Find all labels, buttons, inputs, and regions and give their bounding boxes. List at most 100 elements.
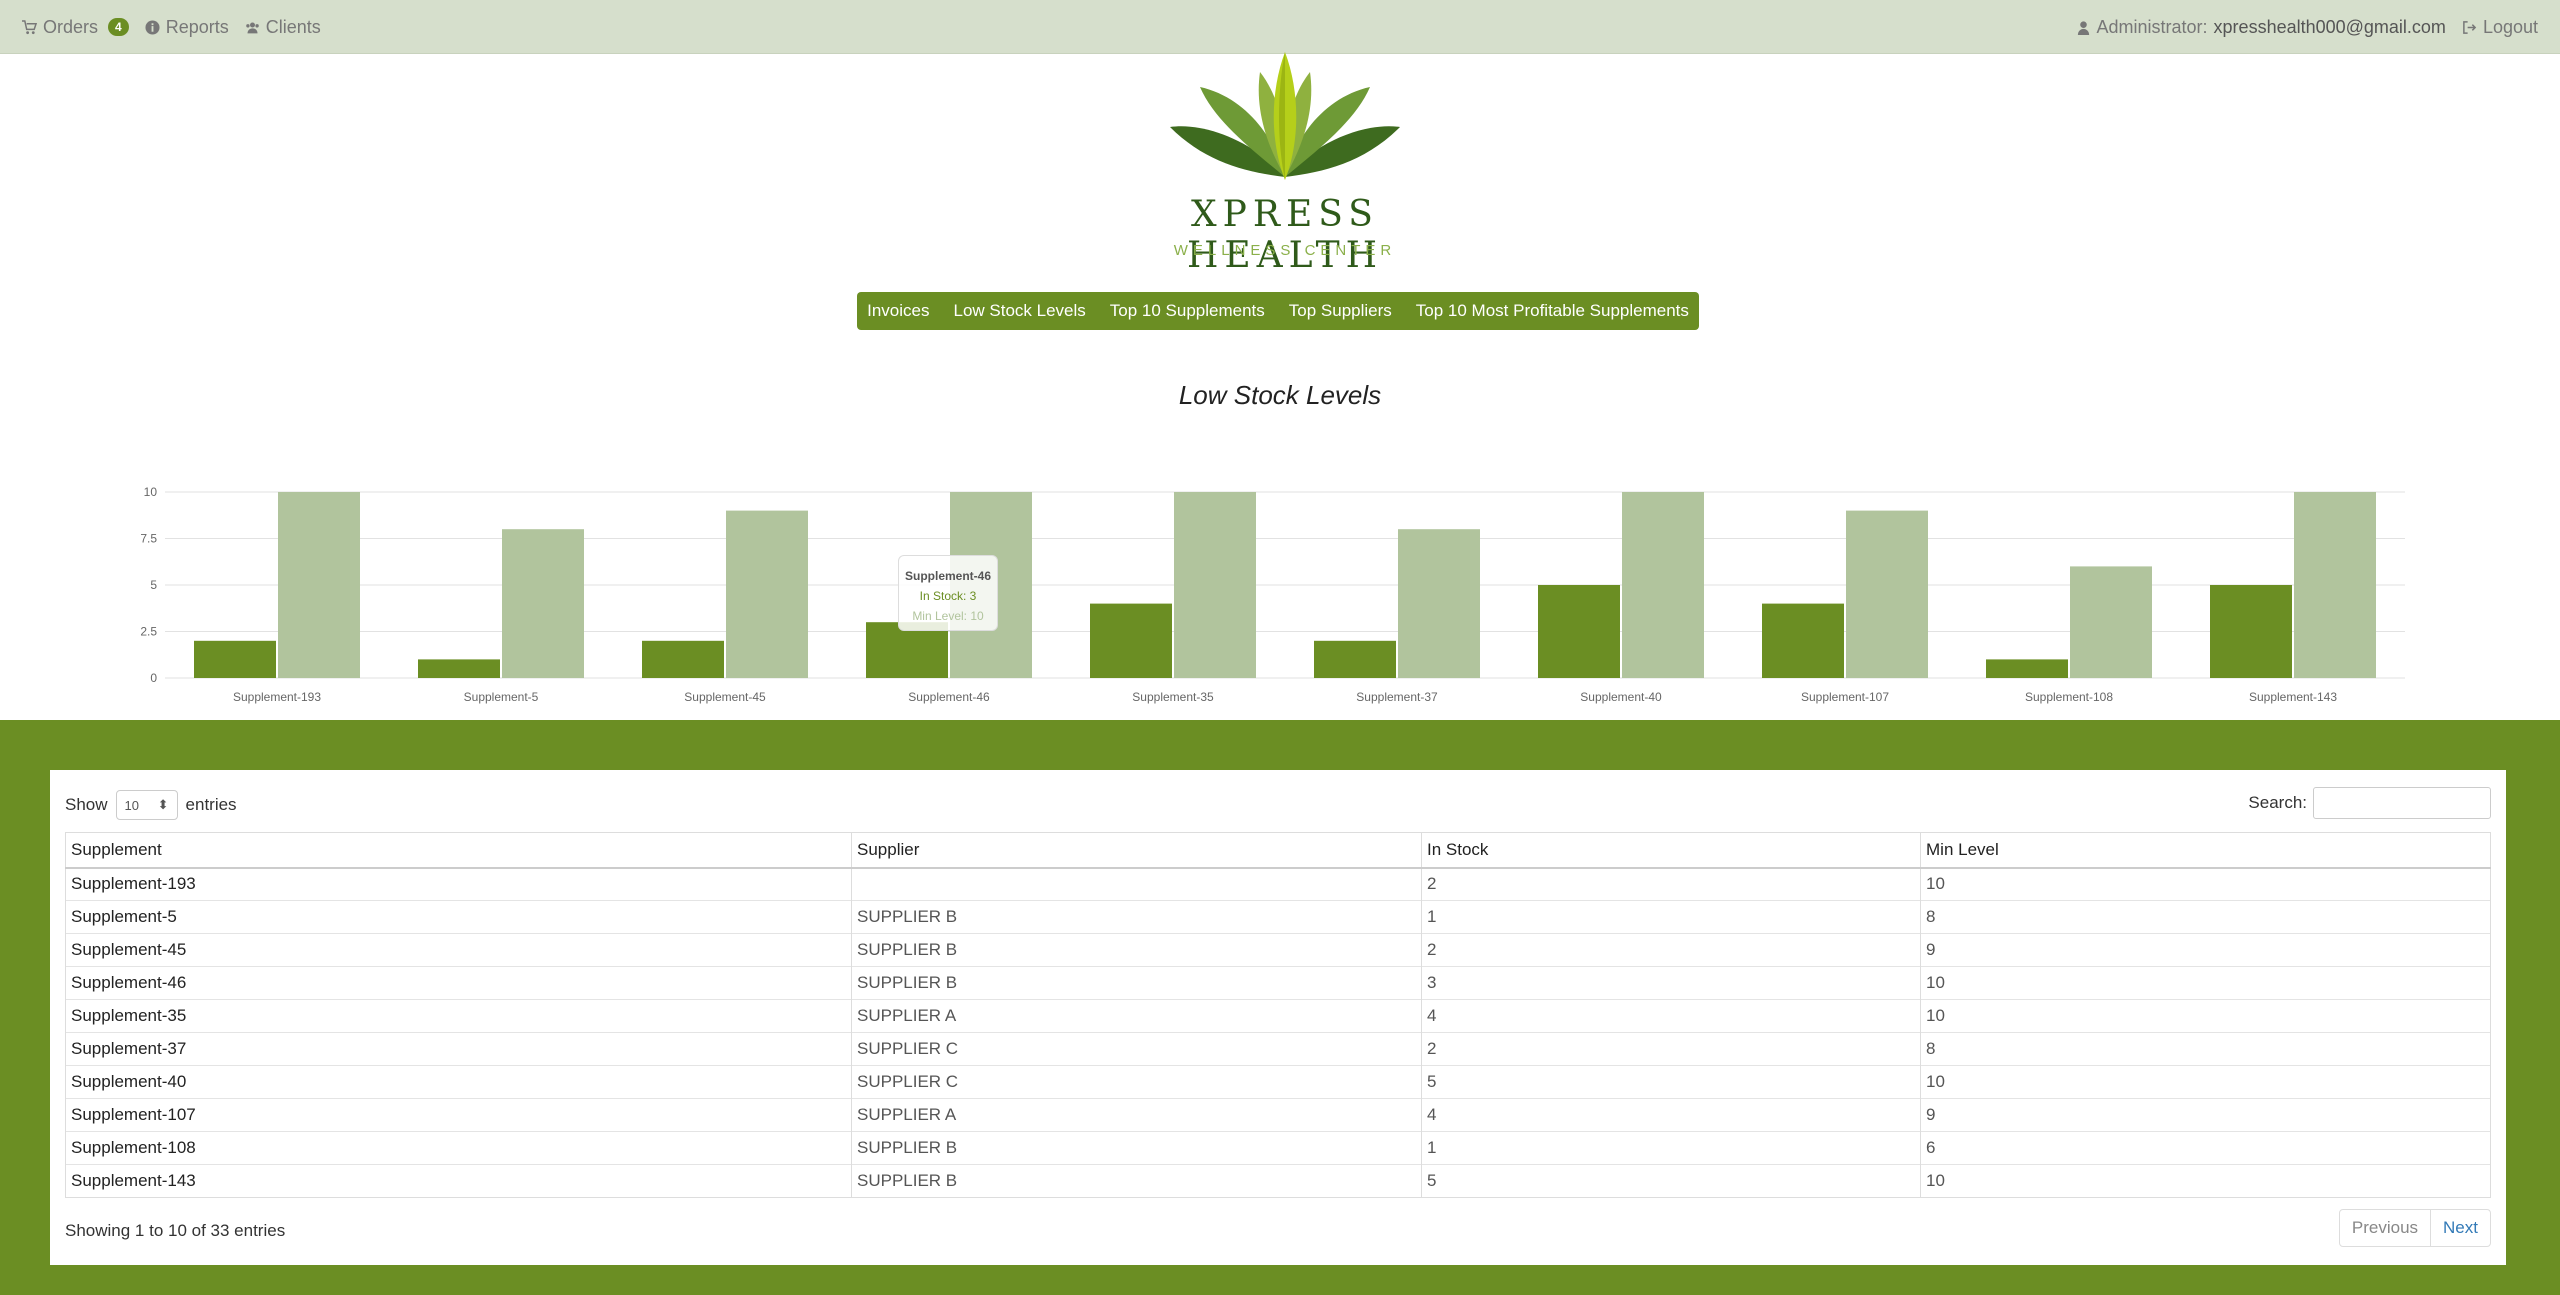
cell-min-level: 10 xyxy=(1920,1164,2491,1198)
table-info: Showing 1 to 10 of 33 entries xyxy=(65,1221,286,1240)
cell-supplement: Supplement-40 xyxy=(65,1065,852,1099)
low-stock-table: Supplement Supplier In Stock Min Level S… xyxy=(65,832,2491,1198)
cell-supplier: SUPPLIER A xyxy=(851,999,1422,1033)
next-button[interactable]: Next xyxy=(2431,1210,2490,1246)
admin-email: xpresshealth000@gmail.com xyxy=(2213,16,2446,37)
cell-min-level: 8 xyxy=(1920,900,2491,934)
menu-top-profitable-supplements[interactable]: Top 10 Most Profitable Supplements xyxy=(1404,301,1701,321)
orders-count-badge: 4 xyxy=(108,18,129,36)
previous-button[interactable]: Previous xyxy=(2340,1210,2432,1246)
cell-supplement: Supplement-45 xyxy=(65,933,852,967)
cell-supplier: SUPPLIER C xyxy=(851,1032,1422,1066)
nav-clients[interactable]: Clients xyxy=(245,17,321,38)
table-row: Supplement-108 SUPPLIER B16 xyxy=(65,1131,2491,1165)
search-input[interactable] xyxy=(2313,787,2491,819)
cell-supplier: SUPPLIER B xyxy=(851,966,1422,1000)
bar-in-stock xyxy=(1090,603,1172,678)
table-panel: Show 10 ⬍ entries Search: Supplement Sup… xyxy=(50,770,2506,1265)
header-in-stock[interactable]: In Stock xyxy=(1421,832,1921,869)
cell-in-stock: 1 xyxy=(1421,1131,1921,1165)
cell-supplement: Supplement-5 xyxy=(65,900,852,934)
cell-supplement: Supplement-35 xyxy=(65,999,852,1033)
chart-title: Low Stock Levels xyxy=(1178,380,1382,410)
y-tick-label: 5 xyxy=(150,578,157,592)
admin-label: Administrator: xyxy=(2096,16,2208,37)
cell-supplement: Supplement-108 xyxy=(65,1131,852,1165)
entries-length: Show 10 ⬍ entries xyxy=(65,790,237,820)
x-tick-label: Supplement-108 xyxy=(2025,690,2113,704)
cell-min-level: 6 xyxy=(1920,1131,2491,1165)
nav-orders-label: Orders xyxy=(43,16,99,37)
table-search: Search: xyxy=(2248,787,2491,819)
bar-in-stock xyxy=(1986,659,2068,678)
tooltip-in-stock: In Stock: 3 xyxy=(919,589,977,603)
x-tick-label: Supplement-143 xyxy=(2249,690,2337,704)
sign-out-icon xyxy=(2463,20,2477,34)
cell-min-level: 9 xyxy=(1920,933,2491,967)
nav-reports-label: Reports xyxy=(165,16,229,37)
cell-supplier: SUPPLIER B xyxy=(851,1131,1422,1165)
header-supplement[interactable]: Supplement xyxy=(65,832,852,869)
cell-in-stock: 2 xyxy=(1421,1032,1921,1066)
cell-supplement: Supplement-107 xyxy=(65,1098,852,1132)
nav-clients-label: Clients xyxy=(265,16,321,37)
nav-logout[interactable]: Logout xyxy=(2462,17,2538,38)
bar-in-stock xyxy=(2210,585,2292,678)
x-tick-label: Supplement-35 xyxy=(1132,690,1214,704)
cell-min-level: 8 xyxy=(1920,1032,2491,1066)
y-tick-label: 2.5 xyxy=(140,625,157,639)
logo-subtitle: WELLNESS CENTER xyxy=(1173,242,1397,259)
bar-min-level xyxy=(1398,529,1480,678)
nav-orders[interactable]: Orders 4 xyxy=(22,17,129,38)
shopping-cart-icon xyxy=(22,19,37,34)
users-icon xyxy=(245,22,259,33)
cell-supplier: SUPPLIER C xyxy=(851,1065,1422,1099)
cell-min-level: 10 xyxy=(1920,867,2491,901)
nav-admin-user[interactable]: Administrator: xpresshealth000@gmail.com xyxy=(2076,17,2446,38)
cell-supplement: Supplement-46 xyxy=(65,966,852,1000)
header-min-level[interactable]: Min Level xyxy=(1920,832,2491,869)
table-row: Supplement-143 SUPPLIER B 5 10 xyxy=(65,1164,2491,1198)
bar-min-level xyxy=(502,529,584,678)
cell-in-stock: 5 xyxy=(1421,1164,1921,1198)
cell-in-stock: 5 xyxy=(1421,1065,1921,1099)
menu-top-10-supplements[interactable]: Top 10 Supplements xyxy=(1098,301,1277,321)
y-tick-label: 10 xyxy=(144,485,158,499)
bar-min-level xyxy=(278,492,360,678)
entries-select[interactable]: 10 ⬍ xyxy=(115,790,178,820)
cell-supplement: Supplement-143 xyxy=(65,1164,852,1198)
cell-in-stock: 2 xyxy=(1421,867,1921,901)
bar-min-level xyxy=(1174,492,1256,678)
menu-invoices[interactable]: Invoices xyxy=(855,301,941,321)
cell-supplier: SUPPLIER B xyxy=(851,933,1422,967)
table-row: Supplement-45 SUPPLIER B29 xyxy=(65,933,2491,967)
cell-min-level: 10 xyxy=(1920,999,2491,1033)
table-row: Supplement-46 SUPPLIER B 3 10 xyxy=(65,966,2491,1000)
low-stock-bar-chart: 0 2.5 5 7.5 10 Supplement-193 Supplement-5 Supp… xyxy=(140,485,2405,704)
table-row: Supplement-37 SUPPLIER C28 xyxy=(65,1032,2491,1066)
bar-in-stock xyxy=(194,640,276,678)
nav-reports[interactable]: Reports xyxy=(145,17,229,38)
menu-top-suppliers[interactable]: Top Suppliers xyxy=(1277,301,1404,321)
menu-low-stock-levels[interactable]: Low Stock Levels xyxy=(941,301,1097,321)
top-navbar: Orders 4 Reports Clients Administrator: … xyxy=(0,0,2560,54)
header-supplier[interactable]: Supplier xyxy=(851,832,1422,869)
bar-in-stock xyxy=(1538,585,1620,678)
logout-label: Logout xyxy=(2482,16,2538,37)
cell-min-level: 10 xyxy=(1920,1065,2491,1099)
cell-in-stock: 1 xyxy=(1421,900,1921,934)
table-header-row: Supplement Supplier In Stock Min Level xyxy=(65,832,2491,869)
x-tick-label: Supplement-37 xyxy=(1356,690,1438,704)
cell-supplement: Supplement-37 xyxy=(65,1032,852,1066)
y-tick-label: 7.5 xyxy=(140,532,157,546)
cell-supplier: SUPPLIER B xyxy=(851,900,1422,934)
chart-tooltip: Supplement-46 In Stock: 3 Min Level: 10 xyxy=(898,555,998,631)
cell-supplier: SUPPLIER B xyxy=(851,1164,1422,1198)
table-row: Supplement-5 SUPPLIER B18 xyxy=(65,900,2491,934)
tooltip-min-level: Min Level: 10 xyxy=(912,609,984,623)
table-row: Supplement-35 SUPPLIER A 4 10 xyxy=(65,999,2491,1033)
bar-in-stock xyxy=(418,659,500,678)
cell-min-level: 9 xyxy=(1920,1098,2491,1132)
bar-min-level xyxy=(2294,492,2376,678)
select-arrows-icon: ⬍ xyxy=(157,797,169,812)
